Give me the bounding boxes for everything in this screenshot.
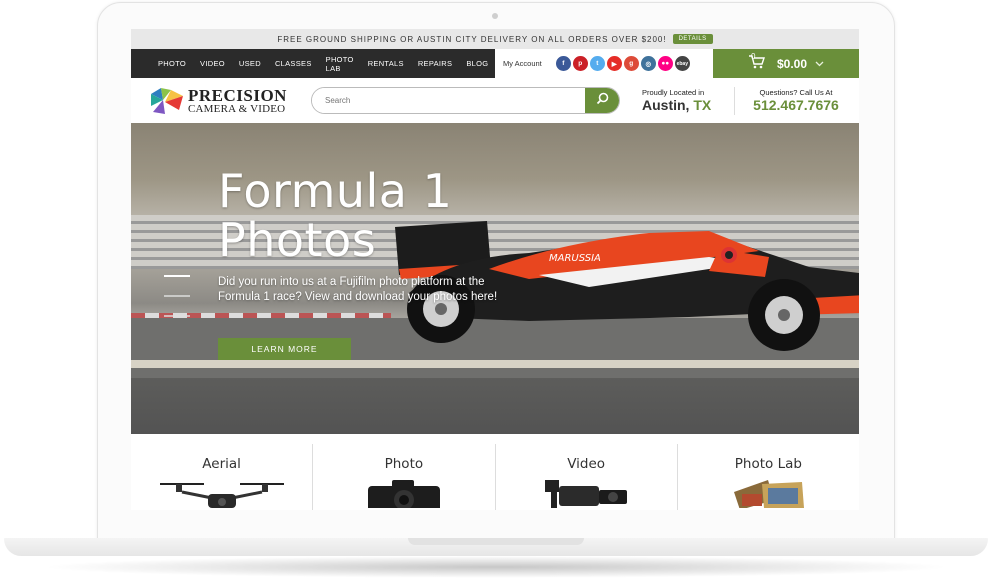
ebay-icon[interactable]: ebay: [674, 56, 690, 71]
nav-item-rentals[interactable]: RENTALS: [361, 59, 411, 68]
cart-button[interactable]: 0 $0.00: [713, 49, 859, 78]
site-header: PRECISION CAMERA & VIDEO Proudly Located…: [131, 78, 859, 123]
contact-block: Questions? Call Us At 512.467.7676: [747, 88, 845, 113]
drone-icon: [152, 478, 292, 510]
category-photo-lab-label: Photo Lab: [734, 456, 802, 472]
nav-item-classes[interactable]: CLASSES: [268, 59, 319, 68]
logo-line-1: PRECISION: [188, 85, 287, 105]
webcam-dot: [492, 13, 498, 19]
logo-mark-icon: [149, 86, 185, 116]
slide-indicator-2[interactable]: [164, 295, 190, 297]
camera-icon: [364, 478, 444, 510]
location-block: Proudly Located in Austin, TX: [642, 88, 734, 113]
facebook-icon[interactable]: f: [555, 56, 571, 71]
instagram-icon[interactable]: ◎: [640, 56, 656, 71]
my-account-link[interactable]: My Account: [503, 59, 542, 68]
hero-title: Formula 1 Photos: [218, 167, 452, 265]
nav-item-repairs[interactable]: REPAIRS: [411, 59, 459, 68]
nav-links: PHOTO VIDEO USED CLASSES PHOTO LAB RENTA…: [131, 49, 495, 78]
hero-title-line-1: Formula 1: [218, 164, 453, 218]
site-logo[interactable]: PRECISION CAMERA & VIDEO: [131, 86, 309, 116]
pinterest-icon[interactable]: p: [572, 56, 588, 71]
nav-item-photo[interactable]: PHOTO: [151, 59, 193, 68]
promo-bar: FREE GROUND SHIPPING OR AUSTIN CITY DELI…: [131, 29, 859, 49]
header-divider: [734, 86, 735, 115]
category-photo-label: Photo: [384, 456, 424, 472]
location-label: Proudly Located in: [642, 88, 705, 97]
category-photo[interactable]: Photo: [313, 444, 496, 510]
slide-indicator-3[interactable]: [164, 315, 190, 317]
video-camera-icon: [541, 478, 631, 510]
location-state: TX: [693, 97, 712, 113]
promo-text: FREE GROUND SHIPPING OR AUSTIN CITY DELI…: [277, 34, 667, 44]
hero-title-line-2: Photos: [218, 213, 377, 267]
category-photo-lab[interactable]: Photo Lab: [678, 444, 859, 510]
youtube-icon[interactable]: ▶: [606, 56, 622, 71]
details-button[interactable]: DETAILS: [672, 34, 713, 44]
category-video[interactable]: Video: [496, 444, 678, 510]
logo-line-2: CAMERA & VIDEO: [188, 102, 286, 115]
laptop-notch: [408, 538, 584, 545]
search-icon: [596, 92, 609, 110]
photo-prints-icon: [728, 478, 808, 510]
nav-item-blog[interactable]: BLOG: [459, 59, 495, 68]
search-button[interactable]: [585, 88, 619, 113]
contact-label: Questions? Call Us At: [759, 88, 833, 97]
hero-banner: MARUSSIA Formula 1 Photos Did you run int…: [131, 123, 859, 434]
flickr-icon[interactable]: ●●: [657, 56, 673, 71]
nav-item-photo-lab[interactable]: PHOTO LAB: [319, 55, 361, 73]
contact-phone[interactable]: 512.467.7676: [747, 97, 845, 113]
category-video-label: Video: [567, 456, 606, 472]
slide-indicator-1[interactable]: [164, 275, 190, 277]
social-icons: f p t ▶ g ◎ ●● ebay: [555, 56, 690, 71]
category-aerial-label: Aerial: [202, 456, 241, 472]
hero-description: Did you run into us at a Fujifilm photo …: [218, 276, 498, 303]
search-box: [311, 87, 620, 114]
main-nav: PHOTO VIDEO USED CLASSES PHOTO LAB RENTA…: [131, 49, 859, 78]
category-row: Aerial Photo Video Photo Lab: [131, 434, 859, 510]
laptop-mockup: FREE GROUND SHIPPING OR AUSTIN CITY DELI…: [0, 0, 992, 588]
nav-item-video[interactable]: VIDEO: [193, 59, 232, 68]
search-input[interactable]: [312, 88, 585, 113]
account-social-bar: My Account f p t ▶ g ◎ ●● ebay: [495, 49, 713, 78]
website-screen: FREE GROUND SHIPPING OR AUSTIN CITY DELI…: [131, 29, 859, 510]
learn-more-button[interactable]: LEARN MORE: [218, 338, 351, 360]
category-aerial[interactable]: Aerial: [131, 444, 314, 510]
slider-indicators: [164, 275, 190, 335]
location-city: Austin,: [642, 97, 690, 113]
twitter-icon[interactable]: t: [589, 56, 605, 71]
cart-total: $0.00: [777, 56, 808, 71]
laptop-shadow: [40, 556, 952, 578]
google-plus-icon[interactable]: g: [623, 56, 639, 71]
nav-item-used[interactable]: USED: [232, 59, 268, 68]
cart-count: 0: [751, 52, 756, 61]
car-sponsor-text: MARUSSIA: [549, 253, 601, 264]
chevron-down-icon: [815, 59, 824, 69]
